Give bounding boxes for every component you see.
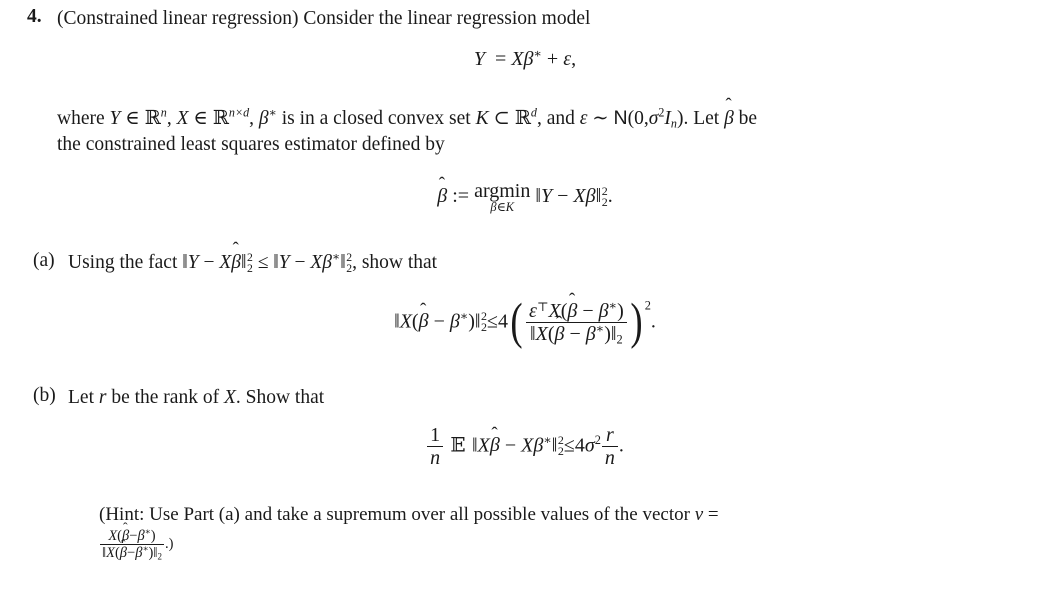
eq-model-beta: β: [523, 48, 534, 70]
set-Rnxd: ℝ: [212, 106, 229, 129]
problem-title: (Constrained linear regression): [57, 8, 299, 29]
problem-number: 4.: [27, 6, 42, 27]
eq-a-right-paren: ): [630, 294, 643, 351]
var-K: K: [475, 108, 489, 129]
document-page: 4. (Constrained linear regression) Consi…: [0, 0, 1050, 607]
eq-model-X: X: [511, 48, 524, 70]
eq-argmin-betahat: ˆβ: [437, 174, 448, 207]
normal-dist: N: [613, 107, 628, 129]
hint-text: Use Part (a) and take a supremum over al…: [149, 504, 690, 525]
where-paragraph: where Y ∈ ℝn, X ∈ ℝn×d, β∗ is in a close…: [57, 94, 1035, 158]
item-b-rank-var: r: [98, 387, 107, 408]
item-b-label: (b): [33, 385, 56, 406]
eq-argmin-Y: Y: [541, 184, 553, 207]
eq-model-equals: =: [490, 48, 512, 70]
var-Y: Y: [109, 108, 121, 129]
eq-a-left-paren: (: [510, 294, 523, 351]
problem-statement-lead: Consider the linear regression model: [303, 8, 591, 29]
hint-vector-var: v: [694, 504, 704, 525]
var-epsilon: ε: [579, 108, 588, 129]
hint-open: (Hint:: [99, 504, 145, 525]
eq-b-right-fraction: rn: [601, 424, 618, 470]
hint-equals: =: [707, 504, 719, 525]
hint-fraction-numerator: X(ˆ β−β∗): [108, 520, 156, 544]
eq-b-rhs-den: n: [601, 446, 618, 469]
eq-a-period: .: [650, 310, 656, 333]
item-b-tail: . Show that: [235, 387, 325, 408]
item-a-label: (a): [33, 250, 55, 271]
hint-fraction-denominator: ‖X(ˆ β−β∗)‖2: [100, 537, 164, 562]
eq-argmin-assign: :=: [447, 184, 475, 207]
eq-b-left-fraction: 1n: [427, 424, 444, 470]
eq-model-comma: ,: [571, 48, 577, 70]
eq-model-epsilon: ε: [563, 48, 572, 70]
eq-argmin-X: X: [573, 184, 586, 207]
where-paragraph-line2: the constrained least squares estimator …: [57, 134, 445, 155]
eq-b-lhs-den: n: [427, 446, 444, 469]
eq-argmin-period: .: [607, 184, 613, 207]
set-Rd: ℝ: [514, 106, 531, 129]
item-a-lead: Using the fact: [68, 252, 178, 273]
eq-argmin-operator: argmin β∈K: [474, 180, 531, 214]
eq-argmin-operator-subscript: β∈K: [490, 199, 515, 214]
eq-a-numerator: ε⊤X(ˆ β − β∗): [528, 289, 624, 323]
hint-paragraph: (Hint: Use Part (a) and take a supremum …: [99, 502, 1035, 528]
set-Rn: ℝ: [144, 106, 161, 129]
eq-a-relation: ≤: [487, 310, 498, 333]
eq-b-sigma: σ: [584, 434, 595, 457]
equation-argmin: ˆβ := argmin β∈K ‖Y − Xβ‖ 2 2.: [437, 174, 613, 214]
hint-fraction: X(ˆ β−β∗) ‖X(ˆ β−β∗)‖2: [100, 520, 164, 562]
item-b-matrix-var: X: [223, 387, 236, 408]
var-beta-star: β: [258, 108, 269, 129]
eq-b-rhs-num: r: [606, 424, 614, 446]
eq-b-lhs-num: 1: [430, 424, 441, 446]
item-a-text: Using the fact ‖Y − X ˆ β‖ 2 2 ≤ ‖Y − Xβ∗‖ 2 2…: [68, 238, 708, 276]
var-beta-hat: ˆβ: [724, 94, 734, 129]
equation-part-a: ‖X(ˆ β − β∗)‖ 2 2 ≤4(ε⊤X(ˆ β − β∗) ‖X(ˆ β − β∗)…: [394, 289, 656, 351]
eq-a-fraction: ε⊤X(ˆ β − β∗) ‖X(ˆ β − β∗)‖2: [525, 289, 627, 346]
eq-a-coefficient: 4: [498, 310, 508, 333]
problem-statement: (Constrained linear regression) Consider…: [57, 6, 757, 32]
equation-model: Y = Xβ∗ + ε,: [0, 46, 1050, 71]
eq-b-sigma-exp: 2: [594, 432, 601, 447]
eq-b-expectation: 𝔼: [444, 432, 473, 457]
hint-trailer: .): [164, 536, 174, 553]
equation-part-b: 1n 𝔼 ‖X ˆ β − Xβ∗‖ 2 2 ≤4σ2 r n.: [0, 424, 1050, 470]
eq-model-star: ∗: [533, 46, 542, 61]
var-X: X: [176, 108, 189, 129]
eq-model-plus: +: [541, 48, 564, 70]
item-b-mid: be the rank of: [111, 387, 220, 408]
item-b-text: Let r be the rank of X. Show that: [68, 385, 708, 411]
hint-fraction-block: X(ˆ β−β∗) ‖X(ˆ β−β∗)‖2.): [99, 520, 174, 562]
eq-a-denominator: ‖X(ˆ β − β∗)‖2: [525, 314, 627, 346]
item-a-tail: , show that: [352, 252, 438, 273]
eq-model-Y: Y: [473, 48, 486, 70]
item-a-inline-fact: ‖Y − X ˆ β‖ 2 2 ≤ ‖Y − Xβ∗‖ 2 2: [182, 238, 353, 275]
item-b-lead: Let: [68, 387, 94, 408]
eq-b-period: .: [618, 434, 624, 457]
eq-b-relation: ≤: [563, 434, 575, 457]
eq-b-coefficient: 4: [574, 434, 585, 457]
